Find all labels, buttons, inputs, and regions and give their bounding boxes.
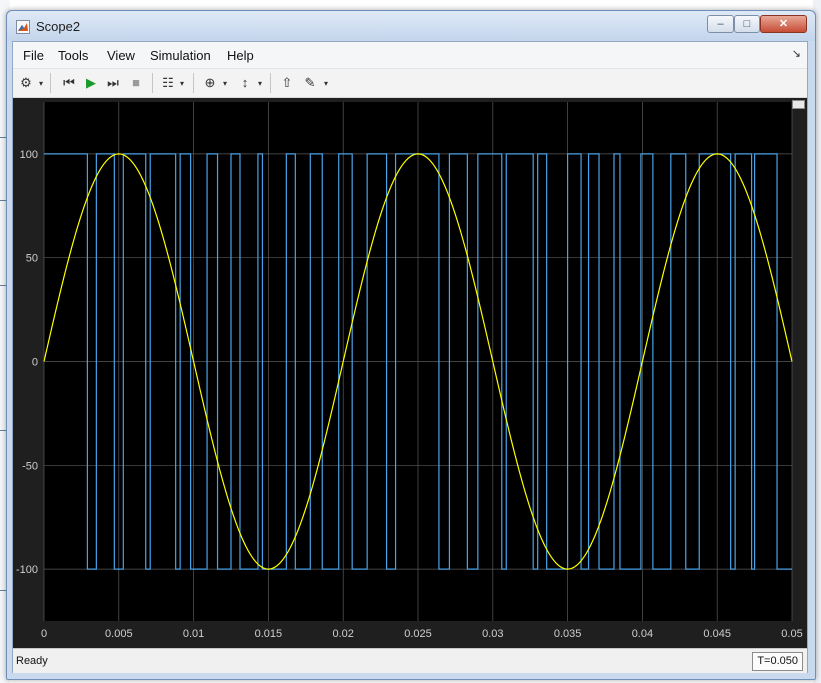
dock-arrow-icon[interactable]: ↘ bbox=[792, 47, 801, 60]
matlab-icon[interactable] bbox=[16, 20, 30, 34]
simulation-time-readout: T=0.050 bbox=[752, 652, 803, 671]
x-tick-label: 0.045 bbox=[703, 628, 731, 640]
scale-dropdown-icon[interactable]: ▾ bbox=[256, 73, 264, 93]
zoom-dropdown-icon[interactable]: ▾ bbox=[221, 73, 229, 93]
status-bar: Ready T=0.050 bbox=[13, 648, 807, 673]
highlight-block-icon[interactable]: ⇧ bbox=[277, 73, 297, 93]
status-text: Ready bbox=[16, 655, 48, 667]
run-icon[interactable]: ▶ bbox=[81, 73, 101, 93]
toolbar-separator bbox=[152, 73, 153, 93]
maximize-button[interactable]: □ bbox=[734, 15, 760, 33]
x-tick-label: 0.015 bbox=[255, 628, 283, 640]
toolbar-separator bbox=[50, 73, 51, 93]
menu-bar: File Tools View Simulation Help ↘ bbox=[13, 42, 807, 69]
step-forward-icon[interactable]: ⏭ bbox=[103, 73, 123, 93]
x-tick-label: 0.04 bbox=[632, 628, 653, 640]
x-tick-label: 0.035 bbox=[554, 628, 582, 640]
x-tick-label: 0.02 bbox=[332, 628, 353, 640]
scale-axes-icon[interactable]: ↕ bbox=[235, 73, 255, 93]
window-title: Scope2 bbox=[36, 19, 81, 34]
style-dropdown-icon[interactable]: ▾ bbox=[322, 73, 330, 93]
scope-plot[interactable]: 0 0.005 0.01 0.015 0.02 0.025 0.03 0.035 0.04 0.0… bbox=[13, 98, 807, 648]
signal-selector-icon[interactable]: ☷ bbox=[158, 73, 178, 93]
style-icon[interactable]: ✎ bbox=[300, 73, 320, 93]
zoom-in-icon[interactable]: ⊕ bbox=[200, 73, 220, 93]
menu-tools[interactable]: Tools bbox=[58, 48, 88, 63]
y-tick-label: 50 bbox=[26, 253, 38, 265]
title-bar[interactable]: Scope2 – □ ✕ bbox=[7, 11, 815, 41]
toolbar: ⚙ ▾ ⏮ ▶ ⏭ ■ ☷ ▾ ⊕ ▾ ↕ ▾ ⇧ ✎ ▾ bbox=[13, 69, 807, 98]
x-tick-label: 0.05 bbox=[781, 628, 802, 640]
scope-display[interactable]: 0 0.005 0.01 0.015 0.02 0.025 0.03 0.035 0.04 0.0… bbox=[13, 98, 807, 648]
x-tick-label: 0.03 bbox=[482, 628, 503, 640]
scope-window: Scope2 – □ ✕ File Tools View Simulation … bbox=[6, 10, 816, 680]
stop-icon[interactable]: ■ bbox=[126, 73, 146, 93]
undock-axes-button[interactable] bbox=[792, 100, 805, 109]
y-tick-label: -50 bbox=[22, 460, 38, 472]
y-tick-label: 100 bbox=[20, 149, 38, 161]
y-tick-label: -100 bbox=[16, 564, 38, 576]
configuration-properties-icon[interactable]: ⚙ bbox=[16, 73, 36, 93]
menu-file[interactable]: File bbox=[23, 48, 44, 63]
x-tick-label: 0 bbox=[41, 628, 47, 640]
menu-view[interactable]: View bbox=[107, 48, 135, 63]
menu-simulation[interactable]: Simulation bbox=[150, 48, 211, 63]
y-tick-label: 0 bbox=[32, 357, 38, 369]
toolbar-separator bbox=[193, 73, 194, 93]
x-tick-label: 0.01 bbox=[183, 628, 204, 640]
minimize-button[interactable]: – bbox=[707, 15, 734, 33]
signal-selector-dropdown-icon[interactable]: ▾ bbox=[178, 73, 186, 93]
x-tick-label: 0.005 bbox=[105, 628, 133, 640]
close-button[interactable]: ✕ bbox=[760, 15, 807, 33]
toolbar-separator bbox=[270, 73, 271, 93]
configuration-dropdown-icon[interactable]: ▾ bbox=[37, 73, 45, 93]
step-back-icon[interactable]: ⏮ bbox=[59, 73, 79, 93]
menu-help[interactable]: Help bbox=[227, 48, 254, 63]
x-tick-label: 0.025 bbox=[404, 628, 432, 640]
scope-client-area: File Tools View Simulation Help ↘ ⚙ ▾ ⏮ … bbox=[12, 41, 808, 673]
